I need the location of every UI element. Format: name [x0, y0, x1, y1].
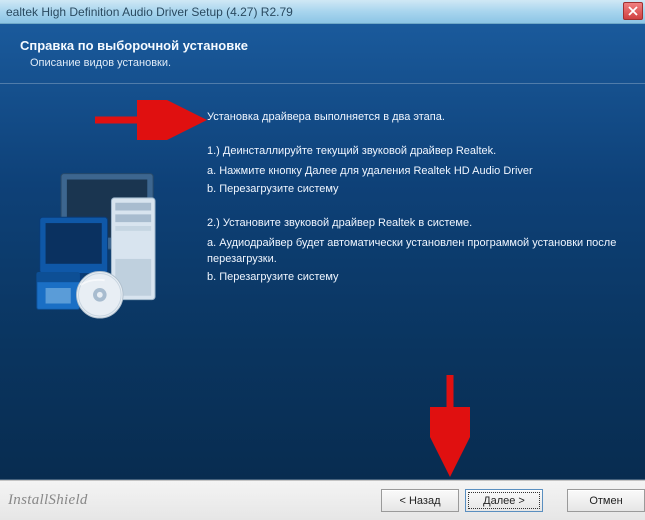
back-button[interactable]: < Назад [381, 489, 459, 512]
step2-heading: 2.) Установите звуковой драйвер Realtek … [207, 216, 633, 232]
cancel-button[interactable]: Отмен [567, 489, 645, 512]
page-subtitle: Описание видов установки. [20, 57, 625, 69]
step1-sub-a: a. Нажмите кнопку Далее для удаления Rea… [207, 164, 633, 180]
step2-sub-b: b. Перезагрузите систему [207, 270, 633, 286]
next-button[interactable]: Далее > [465, 489, 543, 512]
step1-heading: 1.) Деинсталлируйте текущий звуковой дра… [207, 144, 633, 160]
window-titlebar: ealtek High Definition Audio Driver Setu… [0, 0, 645, 24]
intro-text: Установка драйвера выполняется в два эта… [207, 110, 633, 126]
window-close-button[interactable] [623, 2, 643, 20]
window-title: ealtek High Definition Audio Driver Setu… [6, 5, 293, 19]
instruction-text: Установка драйвера выполняется в два эта… [207, 104, 633, 399]
wizard-footer: InstallShield < Назад Далее > Отмен [0, 480, 645, 520]
installshield-logo: InstallShield [8, 492, 88, 509]
computer-hardware-icon [32, 164, 187, 319]
step1-sub-b: b. Перезагрузите систему [207, 182, 633, 198]
installer-graphic [12, 104, 207, 399]
close-icon [628, 6, 638, 16]
wizard-content: Справка по выборочной установке Описание… [0, 24, 645, 480]
page-title: Справка по выборочной установке [20, 38, 625, 53]
step2-sub-a: a. Аудиодрайвер будет автоматически уста… [207, 236, 633, 268]
